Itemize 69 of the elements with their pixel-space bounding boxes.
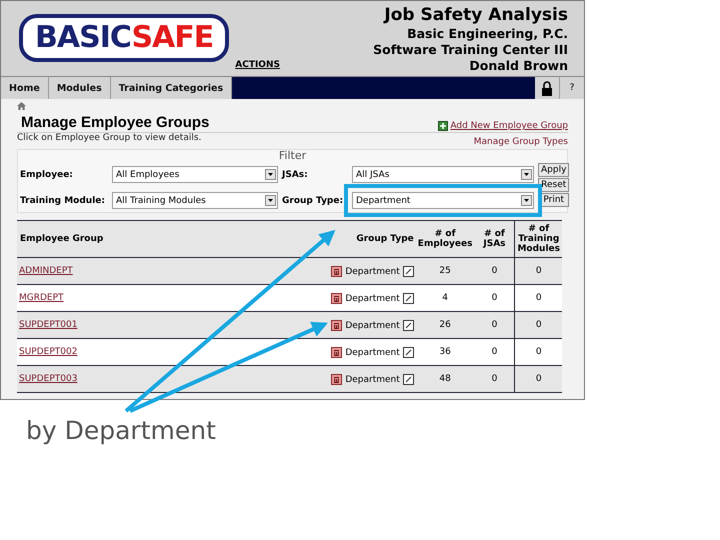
- trash-icon[interactable]: [331, 266, 342, 276]
- filter-legend: Filter: [18, 150, 567, 162]
- trash-icon[interactable]: [331, 346, 342, 358]
- filter-dropdown[interactable]: All Employees: [112, 166, 278, 183]
- filter-dropdown[interactable]: Department: [352, 192, 534, 209]
- table-cell: Department: [345, 374, 400, 384]
- filter-label: Training Module:: [20, 196, 106, 206]
- table-cell: 0: [514, 258, 562, 284]
- nav-tab[interactable]: Training Categories: [110, 77, 232, 99]
- header-text: Basic Engineering, P.C.: [406, 26, 568, 42]
- column-header: # of Employees: [416, 220, 474, 258]
- manage-types-link[interactable]: Manage Group Types: [474, 137, 568, 147]
- group-link[interactable]: SUPDEPT003: [19, 374, 78, 384]
- table-cell: 0: [474, 258, 515, 284]
- table-cell: 26: [416, 312, 474, 338]
- group-link[interactable]: MGRDEPT: [19, 293, 64, 303]
- edit-icon[interactable]: [402, 292, 414, 304]
- filter-dropdown[interactable]: All Training Modules: [112, 192, 278, 209]
- filter-label: JSAs:: [280, 170, 309, 180]
- table-cell: 36: [416, 338, 474, 366]
- table-cell: 0: [474, 284, 515, 312]
- table-cell: 0: [514, 338, 562, 366]
- table-cell: Department: [345, 348, 400, 358]
- lock-icon[interactable]: [541, 80, 553, 96]
- instruction-text: Click on Employee Group to view details.: [17, 133, 202, 145]
- help-button[interactable]: ?: [560, 77, 584, 99]
- trash-icon[interactable]: [331, 320, 342, 330]
- plus-icon[interactable]: [438, 121, 448, 131]
- actions-link[interactable]: ACTIONS: [235, 60, 280, 70]
- edit-icon[interactable]: [402, 374, 414, 384]
- edit-icon[interactable]: [402, 346, 414, 358]
- filter-dropdown[interactable]: All JSAs: [352, 166, 534, 183]
- header-text: Software Training Center III: [373, 42, 568, 58]
- column-header: # of JSAs: [474, 220, 515, 258]
- add-group-link[interactable]: Add New Employee Group: [450, 121, 568, 131]
- filter-button[interactable]: Reset: [538, 178, 570, 192]
- filter-label: Employee:: [20, 170, 74, 180]
- table-cell: 0: [514, 284, 562, 312]
- edit-icon[interactable]: [402, 266, 414, 276]
- group-link[interactable]: SUPDEPT001: [19, 320, 78, 330]
- home-icon[interactable]: [17, 102, 26, 110]
- table-cell: 0: [474, 366, 515, 392]
- column-header: Employee Group: [17, 220, 292, 258]
- table-cell: 25: [416, 258, 474, 284]
- column-header: Group Type: [292, 220, 416, 258]
- table-cell: Department: [345, 320, 400, 330]
- group-link[interactable]: ADMINDEPT: [19, 266, 73, 276]
- header-text: Donald Brown: [468, 58, 568, 74]
- table-cell: Department: [345, 266, 400, 276]
- table-cell: 0: [474, 312, 515, 338]
- table-cell: 0: [474, 338, 515, 366]
- trash-icon[interactable]: [331, 374, 342, 384]
- group-link[interactable]: SUPDEPT002: [19, 347, 78, 357]
- filter-label: Group Type:: [281, 196, 344, 206]
- column-header: # of Training Modules: [514, 220, 562, 258]
- caption-text: by Department: [26, 416, 216, 445]
- trash-icon[interactable]: [331, 292, 342, 304]
- nav-tab[interactable]: Modules: [48, 77, 111, 99]
- header-text: Job Safety Analysis: [382, 4, 568, 26]
- table-cell: 0: [514, 366, 562, 392]
- table-cell: 48: [416, 366, 474, 392]
- edit-icon[interactable]: [402, 320, 414, 330]
- table-cell: 0: [514, 312, 562, 338]
- table-cell: Department: [345, 294, 400, 304]
- basicsafe-logo: BASICSAFE: [19, 14, 230, 62]
- table-cell: 4: [416, 284, 474, 312]
- page-title: Manage Employee Groups: [21, 114, 210, 131]
- nav-tab[interactable]: Home: [1, 77, 49, 99]
- filter-button[interactable]: Apply: [538, 163, 570, 177]
